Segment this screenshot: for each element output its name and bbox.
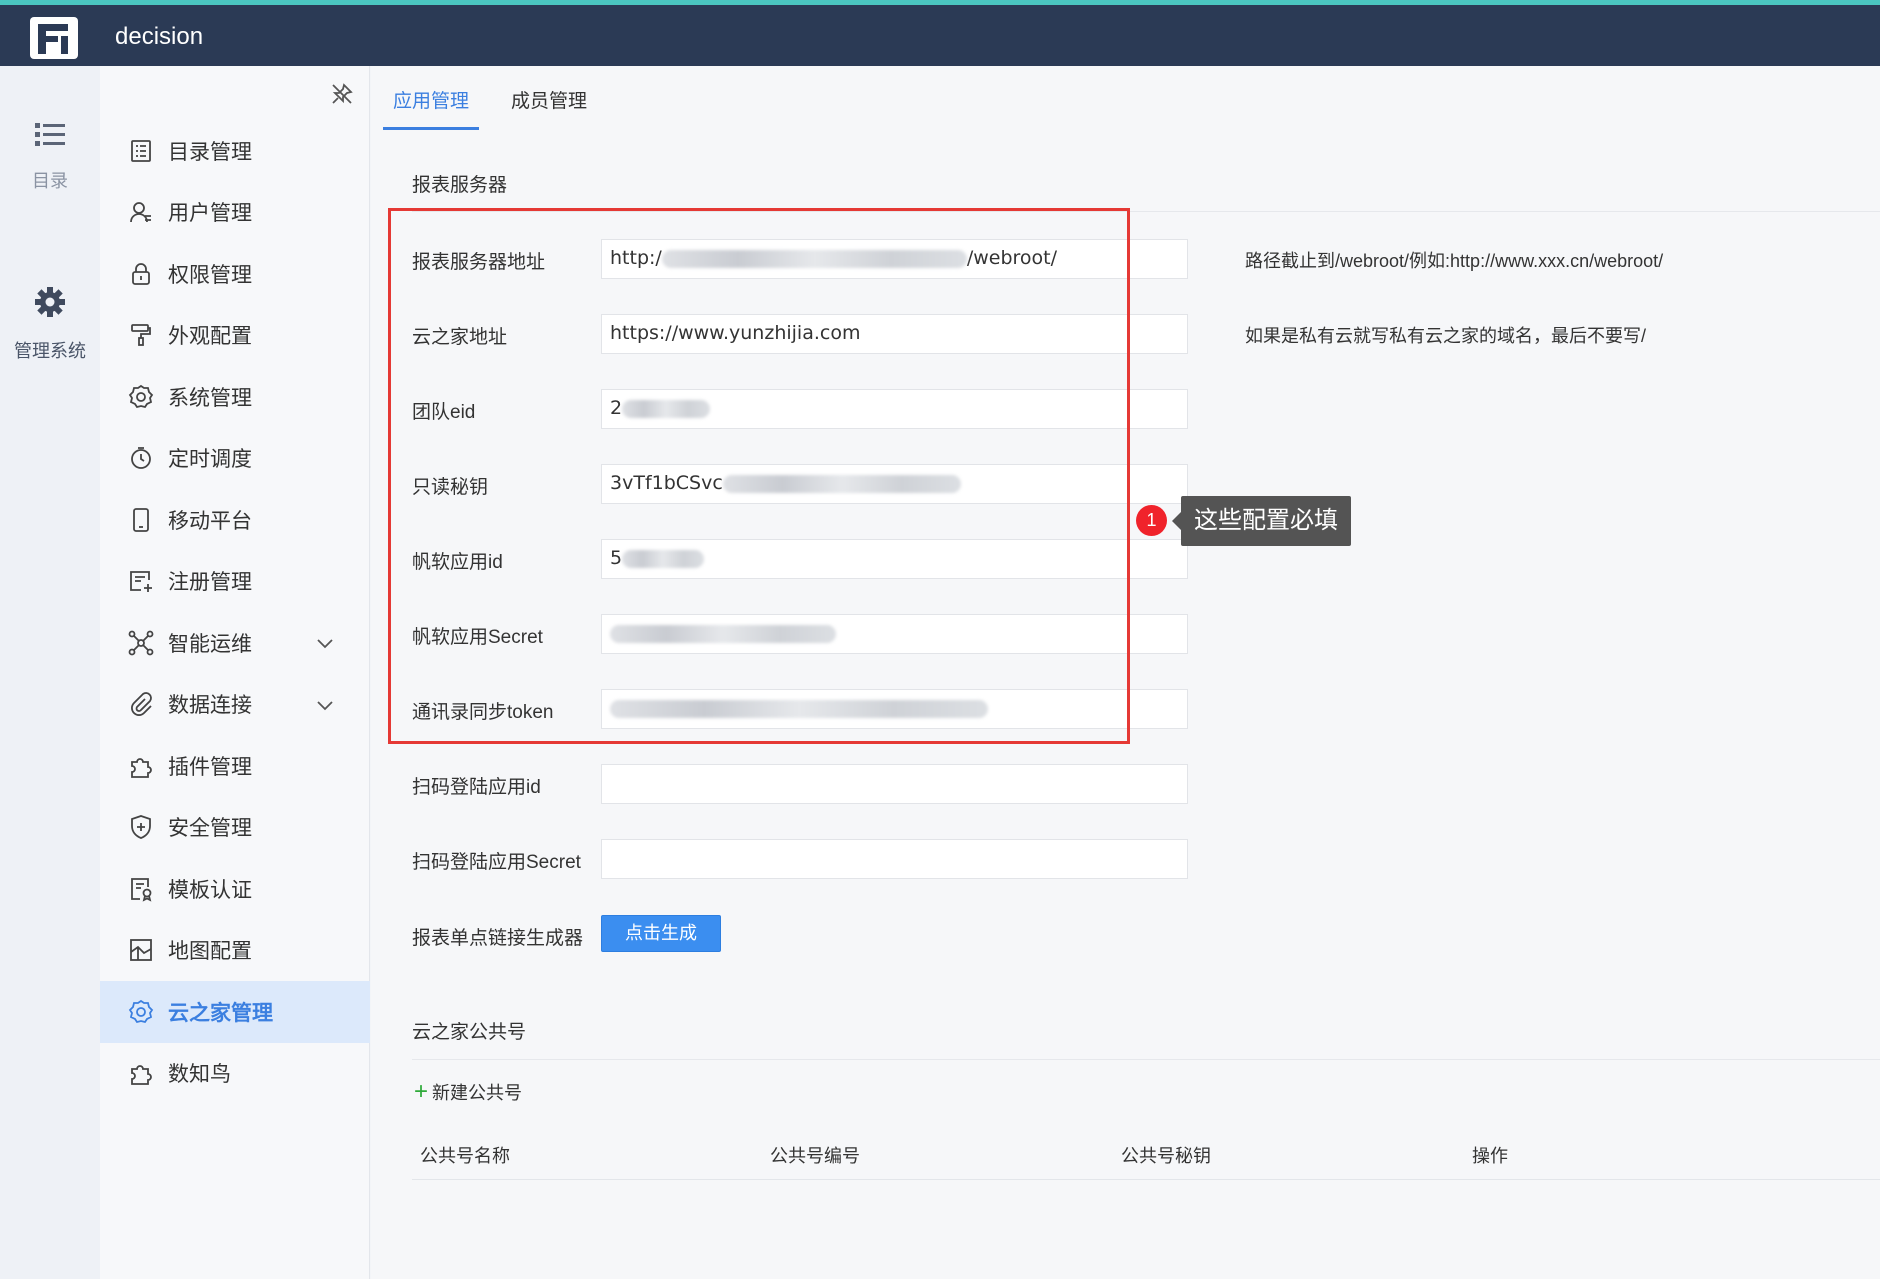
top-bar: decision [0, 0, 1880, 66]
rail-item-management[interactable]: 管理系统 [0, 286, 100, 363]
sidebar: 目录管理 用户管理 权限管理 外观配置 系统管理 定时调度 移动平台 注册管理 [100, 66, 370, 1279]
sidebar-item-label: 定时调度 [168, 448, 252, 472]
sidebar-item-mobile[interactable]: 移动平台 [100, 489, 370, 551]
sidebar-item-label: 外观配置 [168, 325, 252, 349]
sidebar-item-label: 用户管理 [168, 202, 252, 226]
field-label: 扫码登陆应用Secret [412, 852, 581, 873]
sidebar-item-shuzhiniao[interactable]: 数知鸟 [100, 1043, 370, 1105]
map-icon [130, 939, 152, 962]
field-hint: 路径截止到/webroot/例如:http://www.xxx.cn/webro… [1245, 251, 1664, 271]
chevron-down-icon[interactable] [314, 632, 336, 654]
add-public-account-label: 新建公共号 [432, 1083, 523, 1103]
tab-app-management[interactable]: 应用管理 [383, 66, 480, 130]
field-hint: 如果是私有云就写私有云之家的域名，最后不要写/ [1245, 326, 1646, 346]
app-title: decision [115, 23, 204, 50]
sidebar-item-label: 系统管理 [168, 386, 252, 410]
nav-rail: 目录 管理系统 [0, 66, 100, 1279]
sidebar-item-system[interactable]: 系统管理 [100, 366, 370, 428]
shield-icon [131, 815, 151, 840]
rail-label-catalog: 目录 [32, 171, 68, 191]
gear-icon [35, 287, 65, 317]
sidebar-item-permissions[interactable]: 权限管理 [100, 243, 370, 305]
pin-icon[interactable] [330, 82, 354, 106]
public-accounts-table-header: 公共号名称 公共号编号 公共号秘钥 操作 [412, 1128, 1880, 1180]
sidebar-item-label: 智能运维 [168, 632, 252, 656]
field-label: 扫码登陆应用id [412, 777, 541, 798]
certificate-icon [131, 877, 152, 902]
stopwatch-icon [131, 447, 151, 470]
sidebar-item-smart-ops[interactable]: 智能运维 [100, 612, 370, 674]
section-divider [412, 1059, 1880, 1060]
sidebar-item-appearance[interactable]: 外观配置 [100, 305, 370, 367]
callout-tooltip: 这些配置必填 [1172, 496, 1351, 546]
sidebar-item-label: 模板认证 [168, 878, 252, 902]
mobile-icon [133, 507, 149, 532]
highlight-box [388, 208, 1130, 744]
list-icon [35, 123, 65, 146]
catalog-icon [131, 139, 151, 162]
sidebar-item-users[interactable]: 用户管理 [100, 182, 370, 244]
callout-badge: 1 [1136, 505, 1167, 536]
sidebar-menu: 目录管理 用户管理 权限管理 外观配置 系统管理 定时调度 移动平台 注册管理 [100, 120, 370, 1104]
tab-bar: 应用管理 成员管理 [383, 66, 619, 130]
sidebar-item-plugins[interactable]: 插件管理 [100, 735, 370, 797]
chevron-down-icon[interactable] [314, 694, 336, 716]
lock-icon [132, 262, 150, 285]
settings-icon [128, 999, 154, 1023]
sidebar-item-data-connection[interactable]: 数据连接 [100, 674, 370, 736]
sidebar-item-yunzhijia[interactable]: 云之家管理 [100, 981, 370, 1043]
sidebar-item-map[interactable]: 地图配置 [100, 920, 370, 982]
column-header: 公共号秘钥 [1121, 1146, 1211, 1166]
paperclip-icon [131, 692, 152, 717]
sidebar-item-register[interactable]: 注册管理 [100, 551, 370, 613]
sidebar-item-label: 移动平台 [168, 509, 252, 533]
network-icon [128, 630, 154, 656]
sidebar-item-label: 数知鸟 [168, 1063, 231, 1087]
sidebar-item-label: 权限管理 [168, 263, 252, 287]
field-label: 报表单点链接生成器 [412, 928, 584, 949]
add-public-account-link[interactable]: + 新建公共号 [414, 1079, 522, 1105]
register-icon [130, 571, 152, 593]
sidebar-item-label: 目录管理 [168, 140, 252, 164]
sidebar-item-schedule[interactable]: 定时调度 [100, 428, 370, 490]
sidebar-item-template-auth[interactable]: 模板认证 [100, 858, 370, 920]
rail-item-catalog[interactable]: 目录 [0, 122, 100, 193]
qr-login-app-secret-input[interactable] [601, 839, 1188, 879]
settings-icon [128, 384, 154, 408]
public-accounts-title: 云之家公共号 [412, 1022, 527, 1043]
puzzle-icon [131, 1065, 152, 1086]
user-icon [130, 202, 151, 223]
generate-button[interactable]: 点击生成 [601, 915, 721, 952]
plus-icon: + [414, 1078, 429, 1105]
report-server-title: 报表服务器 [412, 175, 508, 196]
paint-roller-icon [131, 324, 151, 347]
sidebar-item-label: 地图配置 [168, 940, 252, 964]
sidebar-item-label: 安全管理 [168, 817, 252, 841]
sidebar-item-security[interactable]: 安全管理 [100, 797, 370, 859]
column-header: 操作 [1472, 1146, 1508, 1166]
sidebar-item-catalog[interactable]: 目录管理 [100, 120, 370, 182]
qr-login-app-id-input[interactable] [601, 764, 1188, 804]
app-logo[interactable] [30, 17, 78, 59]
sidebar-item-label: 注册管理 [168, 571, 252, 595]
tab-member-management[interactable]: 成员管理 [501, 66, 597, 130]
sidebar-item-label: 数据连接 [168, 694, 252, 718]
sidebar-item-label: 云之家管理 [168, 1001, 273, 1025]
column-header: 公共号编号 [770, 1146, 860, 1166]
column-header: 公共号名称 [420, 1146, 510, 1166]
puzzle-icon [131, 757, 152, 778]
sidebar-item-label: 插件管理 [168, 755, 252, 779]
rail-label-management: 管理系统 [14, 341, 86, 361]
